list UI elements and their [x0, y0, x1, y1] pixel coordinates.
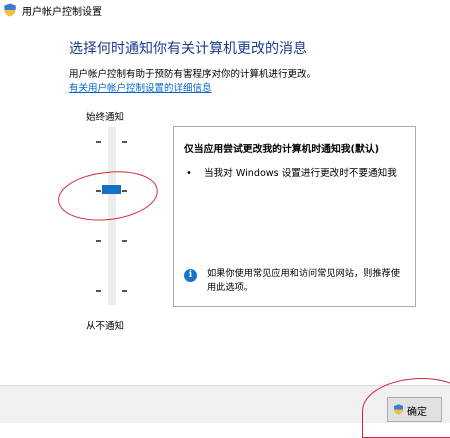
slider-tick-left	[96, 141, 101, 143]
slider-tick-right	[122, 141, 127, 143]
slider-bottom-label: 从不通知	[86, 321, 125, 332]
description-panel: 仅当应用尝试更改我的计算机时通知我(默认) • 当我对 Windows 设置进行…	[173, 126, 416, 307]
panel-info-text: 如果你使用常见应用和访问常见网站，则推荐使用此选项。	[207, 268, 400, 293]
ok-label: 确定	[407, 407, 427, 418]
annotation-circle	[55, 166, 161, 226]
bullet-icon: •	[186, 168, 192, 179]
description-text: 用户帐户控制有助于预防有害程序对你的计算机进行更改。	[69, 69, 317, 80]
slider-top-label: 始终通知	[86, 112, 125, 123]
slider-tick-left	[96, 290, 101, 292]
title-bar: 用户帐户控制设置	[0, 0, 450, 20]
help-link[interactable]: 有关用户帐户控制设置的详细信息	[69, 80, 212, 94]
info-icon: i	[184, 269, 197, 282]
slider-tick-right	[122, 240, 127, 242]
window-title: 用户帐户控制设置	[22, 7, 102, 18]
slider-tick-right	[122, 290, 127, 292]
shield-icon	[4, 3, 16, 17]
page-heading: 选择何时通知你有关计算机更改的消息	[69, 41, 307, 57]
ok-button[interactable]: 确定	[387, 397, 442, 422]
panel-bullet: 当我对 Windows 设置进行更改时不要通知我	[204, 168, 397, 179]
slider-tick-left	[96, 240, 101, 242]
shield-icon	[393, 404, 404, 415]
panel-title: 仅当应用尝试更改我的计算机时通知我(默认)	[184, 144, 380, 155]
